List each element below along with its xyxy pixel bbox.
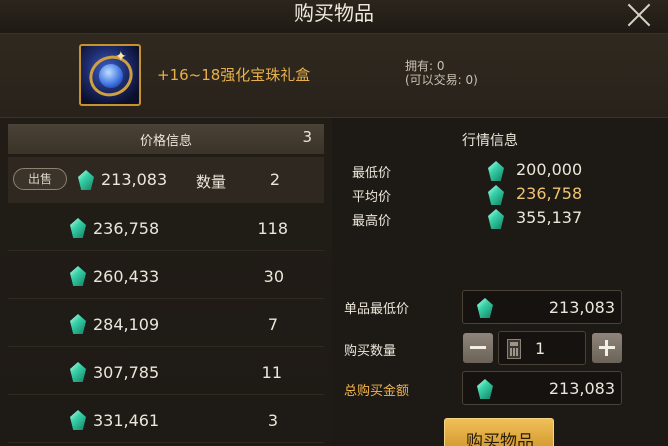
max-price-label: 最高价 (352, 214, 392, 229)
item-header: ✦ +16~18强化宝珠礼盒 拥有: 0 (可以交易: 0) (0, 34, 668, 118)
calculator-icon[interactable] (507, 339, 521, 359)
market-max-row: 最高价 355,137 (350, 208, 650, 230)
decrease-button[interactable] (463, 333, 493, 363)
buy-item-label: 购买物品 (466, 432, 534, 446)
sell-button[interactable]: 出售 (13, 168, 67, 190)
total-amount-label: 总购买金额 (344, 384, 410, 399)
gem-icon (70, 266, 86, 286)
total-amount-field: 213,083 (462, 371, 622, 405)
listing-qty: 2 (269, 170, 280, 189)
listing-price: 236,758 (93, 219, 160, 238)
avg-price-label: 平均价 (352, 190, 392, 205)
avg-price-value: 236,758 (516, 184, 583, 203)
buy-item-button[interactable]: 购买物品 (444, 418, 554, 446)
title-bar: 购买物品 (0, 0, 668, 34)
listing-qty: 11 (261, 363, 282, 382)
market-avg-row: 平均价 236,758 (350, 184, 650, 206)
gem-icon (70, 410, 86, 430)
listing-row[interactable]: 260,433 30 (8, 253, 324, 299)
min-price-value: 200,000 (516, 160, 583, 179)
min-price-label: 最低价 (352, 166, 392, 181)
gem-icon (70, 218, 86, 238)
gem-icon (477, 379, 493, 399)
buy-qty-label: 购买数量 (344, 344, 397, 359)
dialog-title: 购买物品 (294, 1, 374, 25)
listing-qty: 30 (263, 267, 284, 286)
listing-price: 331,461 (93, 411, 160, 430)
listing-qty: 118 (257, 219, 288, 238)
gem-icon (488, 185, 504, 205)
market-title: 行情信息 (462, 133, 518, 149)
gem-icon (70, 314, 86, 334)
listing-row[interactable]: 236,758 118 (8, 205, 324, 251)
owned-count: 拥有: 0 (405, 59, 445, 73)
price-list-header: 价格信息 3 (8, 124, 324, 154)
close-icon[interactable] (626, 2, 652, 28)
unit-min-price-value: 213,083 (548, 298, 615, 317)
gem-icon (488, 161, 504, 181)
unit-min-price-field: 213,083 (462, 290, 622, 324)
listing-price: 213,083 (101, 170, 168, 189)
listing-qty: 3 (267, 411, 278, 430)
listing-price: 260,433 (93, 267, 160, 286)
item-orb-icon: ✦ (79, 44, 141, 106)
quantity-value: 1 (535, 339, 546, 358)
tradable-count: (可以交易: 0) (405, 73, 478, 87)
listing-price: 284,109 (93, 315, 160, 334)
listing-price: 307,785 (93, 363, 160, 382)
increase-button[interactable] (592, 333, 622, 363)
unit-min-price-label: 单品最低价 (344, 302, 410, 317)
listing-row[interactable]: 307,785 11 (8, 349, 324, 395)
gem-icon (477, 298, 493, 318)
item-name: +16~18强化宝珠礼盒 (157, 66, 311, 84)
gem-icon (488, 209, 504, 229)
listing-row[interactable]: 出售 213,083 数量 2 (8, 157, 324, 203)
quantity-input[interactable]: 1 (498, 331, 586, 365)
price-list-title: 价格信息 (139, 134, 192, 149)
gem-icon (70, 362, 86, 382)
gem-icon (78, 170, 94, 190)
total-amount-value: 213,083 (548, 379, 615, 398)
listing-row[interactable]: 284,109 7 (8, 301, 324, 347)
max-price-value: 355,137 (516, 208, 583, 227)
price-list-count: 3 (302, 128, 312, 146)
market-min-row: 最低价 200,000 (350, 160, 650, 182)
listing-qty: 7 (267, 315, 278, 334)
listing-row[interactable]: 331,461 3 (8, 397, 324, 443)
purchase-dialog: 购买物品 ✦ +16~18强化宝珠礼盒 拥有: 0 (可以交易: 0) 价格信息… (0, 0, 668, 446)
